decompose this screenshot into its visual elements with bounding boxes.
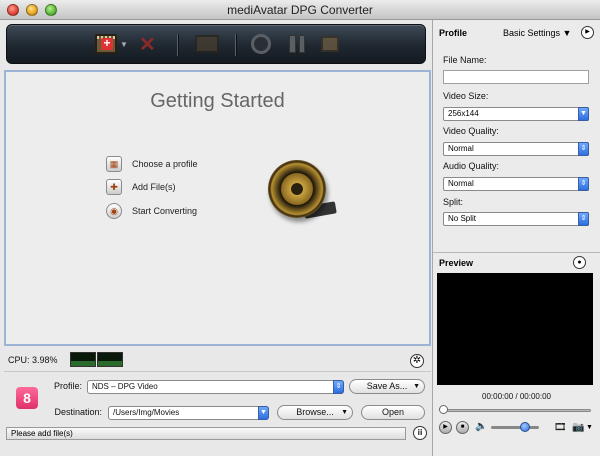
expand-icon[interactable]: ▶ (581, 26, 594, 39)
file-name-input[interactable] (443, 70, 589, 84)
info-icon[interactable]: ⅲ (413, 426, 427, 440)
step-label: Start Converting (132, 206, 198, 216)
film-clip-icon[interactable]: 🎞 (554, 422, 567, 433)
audio-quality-select[interactable]: Normal ⇕ (443, 177, 589, 191)
split-value: No Split (448, 214, 477, 223)
open-label: Open (381, 407, 405, 417)
file-list-area[interactable]: Getting Started ▦ Choose a profile ✚ Add… (4, 70, 431, 346)
volume-handle[interactable] (520, 422, 530, 432)
add-video-button[interactable]: ▼ (95, 33, 128, 55)
audio-quality-label: Audio Quality: (443, 161, 500, 171)
camera-icon[interactable]: 📷 (572, 422, 584, 433)
pause-button[interactable] (289, 33, 305, 55)
chevron-down-icon: ▼ (578, 107, 589, 121)
cpu-graph (97, 352, 123, 367)
video-size-select[interactable]: 256x144 ▼ (443, 107, 589, 121)
profile-icon: ▦ (106, 156, 122, 172)
cpu-graph (70, 352, 96, 367)
video-size-label: Video Size: (443, 91, 489, 101)
snapshot-folder-button[interactable] (321, 33, 339, 55)
sidebar-header: Profile Basic Settings ▼ ▶ (433, 24, 600, 44)
save-as-label: Save As... (366, 381, 408, 391)
step-start-converting[interactable]: ◉ Start Converting (106, 203, 197, 219)
chevron-down-icon[interactable]: ▼ (120, 40, 128, 49)
video-quality-value: Normal (448, 144, 474, 153)
video-quality-select[interactable]: Normal ⇕ (443, 142, 589, 156)
convert-button[interactable] (251, 33, 271, 55)
basic-settings-dropdown[interactable]: Basic Settings ▼ (503, 28, 571, 38)
save-as-button[interactable]: Save As... ▼ (349, 379, 425, 394)
remove-icon: ✕ (139, 33, 156, 56)
split-label: Split: (443, 197, 464, 207)
step-label: Choose a profile (132, 159, 198, 169)
profile-label: Profile: (53, 381, 82, 391)
cpu-usage: CPU: 3.98% (8, 355, 58, 365)
video-size-value: 256x144 (448, 109, 479, 118)
toolbar-separator (235, 34, 236, 56)
profile-select[interactable]: NDS – DPG Video ⇕ (87, 380, 344, 394)
clip-button[interactable] (195, 33, 219, 55)
basic-settings-label: Basic Settings (503, 28, 561, 38)
stop-button[interactable]: ■ (456, 421, 469, 434)
settings-icon[interactable]: ✲ (410, 354, 424, 368)
window-title: mediAvatar DPG Converter (227, 3, 373, 17)
remove-button[interactable]: ✕ (139, 33, 156, 56)
preview-seek-bar[interactable] (441, 409, 591, 412)
chevron-updown-icon: ⇕ (578, 212, 589, 226)
nds-device-icon: 8 (16, 387, 38, 409)
film-reel-icon (268, 160, 326, 218)
browse-button[interactable]: Browse... ▼ (277, 405, 353, 420)
browse-label: Browse... (296, 407, 334, 417)
clip-icon (195, 35, 219, 53)
play-button[interactable]: ▶ (439, 421, 452, 434)
status-bar: Please add file(s) (6, 427, 406, 440)
chevron-down-icon[interactable]: ▼ (586, 424, 593, 431)
profile-value: NDS – DPG Video (92, 382, 158, 391)
preview-time: 00:00:00 / 00:00:00 (482, 392, 551, 401)
chevron-updown-icon: ⇕ (333, 380, 344, 394)
seek-handle[interactable] (439, 405, 448, 414)
toolbar: ▼ ✕ (6, 24, 426, 64)
step-add-files[interactable]: ✚ Add File(s) (106, 179, 176, 195)
chevron-updown-icon: ⇕ (578, 142, 589, 156)
getting-started-heading: Getting Started (150, 90, 285, 112)
chevron-down-icon: ▼ (562, 28, 572, 38)
step-label: Add File(s) (132, 182, 176, 192)
add-file-icon: ✚ (106, 179, 122, 195)
destination-select[interactable]: /Users/Img/Movies ▼ (108, 406, 269, 420)
pause-icon (289, 35, 305, 53)
destination-value: /Users/Img/Movies (113, 408, 180, 417)
settings-sidebar: Profile Basic Settings ▼ ▶ File Name: Vi… (432, 20, 600, 456)
convert-icon (251, 34, 271, 54)
image-icon (321, 36, 339, 52)
audio-quality-value: Normal (448, 179, 474, 188)
toolbar-separator (177, 34, 178, 56)
split-select[interactable]: No Split ⇕ (443, 212, 589, 226)
step-choose-profile[interactable]: ▦ Choose a profile (106, 156, 198, 172)
chevron-down-icon: ▼ (413, 383, 420, 390)
volume-slider[interactable] (491, 426, 539, 429)
output-settings: 8 Profile: NDS – DPG Video ⇕ Save As... … (4, 371, 431, 427)
sidebar-title: Profile (439, 28, 468, 38)
divider (433, 252, 600, 253)
add-video-icon (95, 34, 117, 54)
convert-icon: ◉ (106, 203, 122, 219)
preview-options-icon[interactable]: ● (573, 256, 586, 269)
chevron-down-icon: ▼ (341, 409, 348, 416)
video-quality-label: Video Quality: (443, 126, 499, 136)
preview-title: Preview (439, 258, 474, 268)
volume-icon[interactable]: 🔈 (475, 421, 487, 432)
chevron-updown-icon: ⇕ (578, 177, 589, 191)
file-name-label: File Name: (443, 55, 487, 65)
open-button[interactable]: Open (361, 405, 425, 420)
preview-screen (437, 273, 593, 385)
title-bar: mediAvatar DPG Converter (0, 0, 600, 20)
chevron-down-icon: ▼ (258, 406, 269, 420)
destination-label: Destination: (54, 407, 102, 417)
